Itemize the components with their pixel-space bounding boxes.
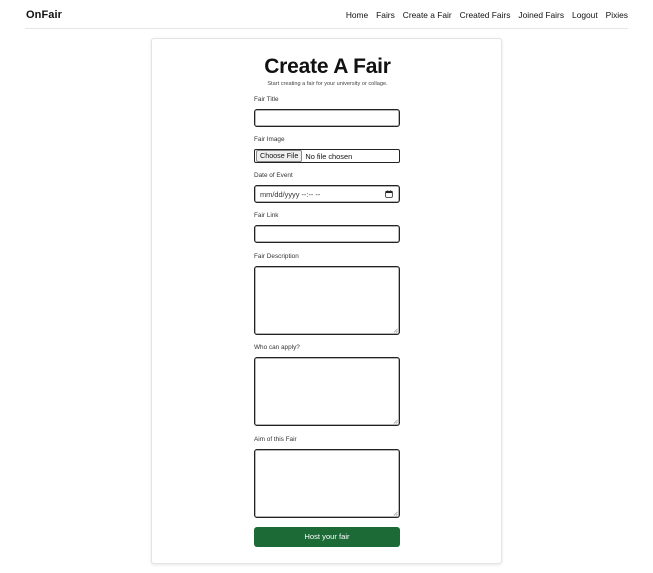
nav-create-a-fair[interactable]: Create a Fair bbox=[403, 10, 452, 20]
fair-description-label: Fair Description bbox=[254, 253, 299, 260]
nav-user-pixies[interactable]: Pixies bbox=[606, 10, 628, 20]
who-can-apply-label: Who can apply? bbox=[254, 344, 300, 351]
resize-grip-icon[interactable] bbox=[393, 511, 398, 516]
fair-image-label: Fair Image bbox=[254, 136, 285, 143]
fair-image-file-input[interactable]: Choose File No file chosen bbox=[254, 149, 400, 163]
nav-home[interactable]: Home bbox=[346, 10, 368, 20]
fair-title-input[interactable] bbox=[254, 109, 400, 127]
resize-grip-icon[interactable] bbox=[393, 419, 398, 424]
fair-link-input[interactable] bbox=[254, 225, 400, 243]
fair-description-textarea[interactable] bbox=[254, 266, 400, 335]
page-title: Create A Fair bbox=[264, 55, 391, 78]
aim-of-fair-label: Aim of this Fair bbox=[254, 436, 297, 443]
date-placeholder: mm/dd/yyyy --:-- -- bbox=[260, 189, 321, 199]
page-subtitle: Start creating a fair for your universit… bbox=[267, 81, 388, 87]
main-nav: Home Fairs Create a Fair Created Fairs J… bbox=[346, 10, 628, 20]
date-of-event-label: Date of Event bbox=[254, 172, 293, 179]
nav-logout[interactable]: Logout bbox=[572, 10, 598, 20]
choose-file-button[interactable]: Choose File bbox=[256, 150, 303, 162]
host-your-fair-button[interactable]: Host your fair bbox=[254, 527, 400, 547]
date-of-event-input[interactable]: mm/dd/yyyy --:-- -- bbox=[254, 185, 400, 203]
create-fair-card: Create A Fair Start creating a fair for … bbox=[151, 38, 502, 564]
nav-joined-fairs[interactable]: Joined Fairs bbox=[518, 10, 564, 20]
fair-link-label: Fair Link bbox=[254, 212, 279, 219]
resize-grip-icon[interactable] bbox=[393, 328, 398, 333]
fair-title-label: Fair Title bbox=[254, 96, 279, 103]
navbar: OnFair Home Fairs Create a Fair Created … bbox=[25, 0, 628, 29]
nav-created-fairs[interactable]: Created Fairs bbox=[460, 10, 511, 20]
calendar-icon[interactable] bbox=[385, 190, 393, 198]
brand-logo[interactable]: OnFair bbox=[26, 9, 62, 21]
nav-fairs[interactable]: Fairs bbox=[376, 10, 395, 20]
aim-of-fair-textarea[interactable] bbox=[254, 449, 400, 518]
file-status-text: No file chosen bbox=[305, 151, 353, 161]
who-can-apply-textarea[interactable] bbox=[254, 357, 400, 426]
